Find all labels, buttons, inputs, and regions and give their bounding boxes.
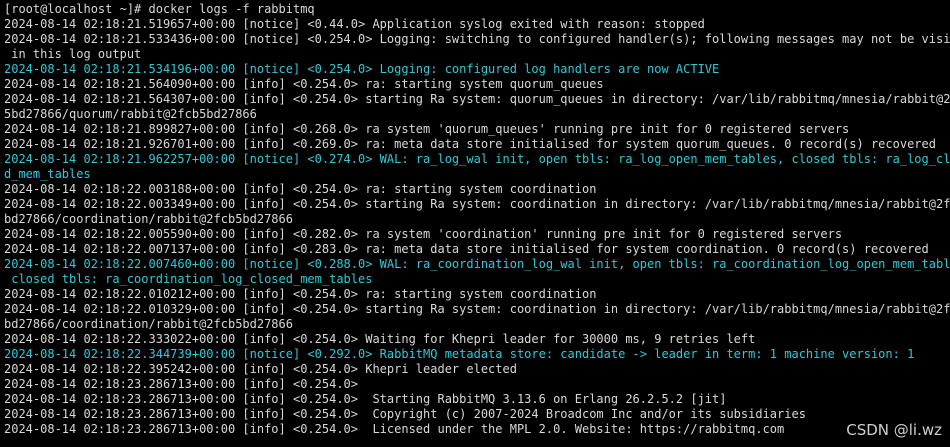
log-line: 5bd27866/quorum/rabbit@2fcb5bd27866: [4, 107, 257, 121]
log-line: 2024-08-14 02:18:21.533436+00:00 [notice…: [4, 32, 950, 46]
log-line: 2024-08-14 02:18:22.007460+00:00 [notice…: [4, 257, 950, 271]
log-line: 2024-08-14 02:18:21.926701+00:00 [info] …: [4, 137, 936, 151]
log-line: 2024-08-14 02:18:23.286713+00:00 [info] …: [4, 422, 785, 436]
log-line: 2024-08-14 02:18:22.344739+00:00 [notice…: [4, 347, 915, 361]
log-line: closed tbls: ra_coordination_log_closed_…: [4, 272, 373, 286]
log-line: 2024-08-14 02:18:21.899827+00:00 [info] …: [4, 122, 850, 136]
log-line: 2024-08-14 02:18:22.007137+00:00 [info] …: [4, 242, 929, 256]
terminal-output[interactable]: [root@localhost ~]# docker logs -f rabbi…: [0, 0, 950, 447]
log-line: 2024-08-14 02:18:22.333022+00:00 [info] …: [4, 332, 756, 346]
log-line: 2024-08-14 02:18:22.003188+00:00 [info] …: [4, 182, 597, 196]
log-line: d_mem_tables: [4, 167, 91, 181]
log-line: bd27866/coordination/rabbit@2fcb5bd27866: [4, 212, 293, 226]
log-line: 2024-08-14 02:18:21.962257+00:00 [notice…: [4, 152, 950, 166]
log-line: 2024-08-14 02:18:22.395242+00:00 [info] …: [4, 362, 517, 376]
log-line: 2024-08-14 02:18:21.534196+00:00 [notice…: [4, 62, 720, 76]
log-line: 2024-08-14 02:18:22.005590+00:00 [info] …: [4, 227, 843, 241]
log-line: in this log output: [4, 47, 142, 61]
log-lines: [root@localhost ~]# docker logs -f rabbi…: [4, 2, 950, 437]
log-line: 2024-08-14 02:18:22.003349+00:00 [info] …: [4, 197, 950, 211]
log-line: [root@localhost ~]# docker logs -f rabbi…: [4, 2, 315, 16]
log-line: 2024-08-14 02:18:21.564090+00:00 [info] …: [4, 77, 604, 91]
log-line: bd27866/coordination/rabbit@2fcb5bd27866: [4, 317, 293, 331]
log-line: 2024-08-14 02:18:22.010212+00:00 [info] …: [4, 287, 597, 301]
watermark: CSDN @li.wz: [846, 421, 942, 439]
log-line: 2024-08-14 02:18:23.286713+00:00 [info] …: [4, 392, 727, 406]
log-line: 2024-08-14 02:18:22.010329+00:00 [info] …: [4, 302, 950, 316]
log-line: 2024-08-14 02:18:23.286713+00:00 [info] …: [4, 407, 806, 421]
log-line: 2024-08-14 02:18:21.564307+00:00 [info] …: [4, 92, 950, 106]
log-line: 2024-08-14 02:18:23.286713+00:00 [info] …: [4, 377, 359, 391]
log-line: 2024-08-14 02:18:21.519657+00:00 [notice…: [4, 17, 705, 31]
